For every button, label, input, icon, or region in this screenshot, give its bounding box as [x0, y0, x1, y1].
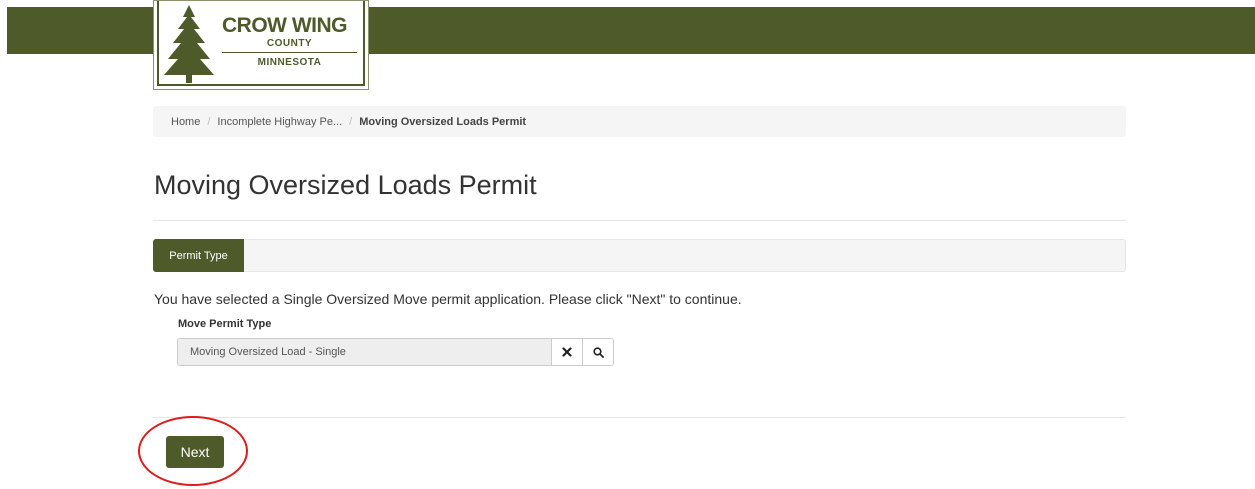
tab-permit-type[interactable]: Permit Type — [153, 239, 244, 272]
tab-bar: Permit Type — [153, 239, 1126, 272]
breadcrumb-home[interactable]: Home — [171, 116, 200, 128]
logo-text-crow-wing: CROW WING — [222, 14, 347, 37]
close-icon — [562, 347, 572, 357]
move-permit-type-input[interactable] — [177, 338, 552, 366]
next-button[interactable]: Next — [166, 436, 224, 468]
title-divider — [153, 220, 1126, 221]
breadcrumb-current: Moving Oversized Loads Permit — [359, 115, 527, 128]
logo-text-county: COUNTY — [266, 38, 313, 49]
pine-tree-icon — [164, 5, 214, 83]
county-logo[interactable]: CROW WING COUNTY MINNESOTA — [153, 0, 369, 90]
move-permit-type-label: Move Permit Type — [178, 318, 272, 330]
breadcrumb-separator: / — [349, 115, 353, 128]
logo-divider — [222, 52, 357, 53]
breadcrumb-incomplete-highway-permits[interactable]: Incomplete Highway Pe... — [217, 116, 342, 128]
lookup-button[interactable] — [582, 338, 614, 366]
intro-text: You have selected a Single Oversized Mov… — [154, 291, 742, 307]
page-title: Moving Oversized Loads Permit — [154, 170, 537, 200]
logo-text-state: MINNESOTA — [257, 57, 322, 68]
breadcrumb: Home / Incomplete Highway Pe... / Moving… — [153, 106, 1126, 137]
breadcrumb-separator: / — [207, 115, 211, 128]
search-icon — [592, 346, 604, 358]
move-permit-type-field — [177, 338, 614, 366]
footer-divider — [153, 417, 1126, 418]
clear-button[interactable] — [551, 338, 583, 366]
